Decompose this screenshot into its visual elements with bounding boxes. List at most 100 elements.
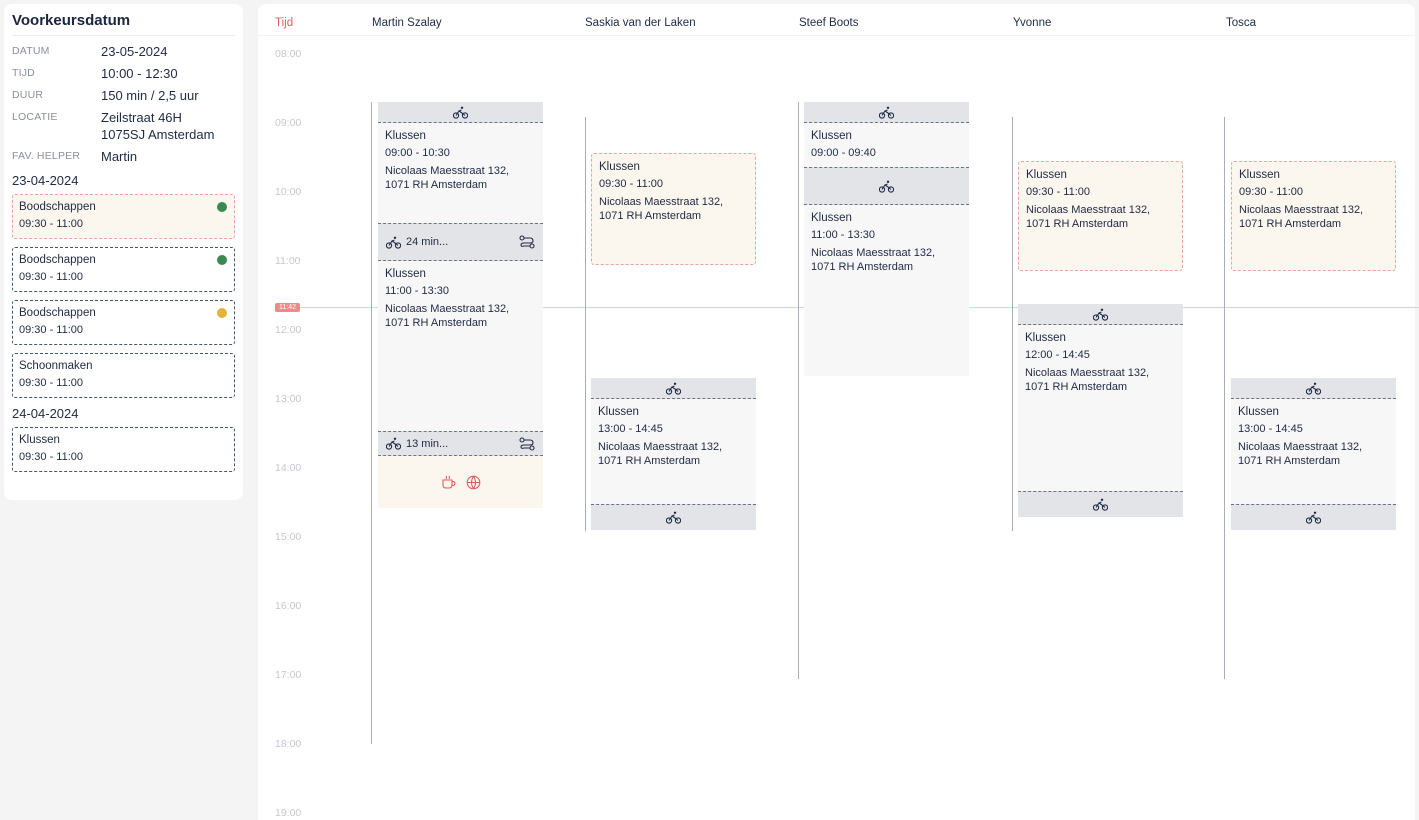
info-label: DUUR <box>12 89 44 101</box>
job-block[interactable]: Klussen 13:00 - 14:45 Nicolaas Maesstraa… <box>591 399 756 504</box>
status-dot <box>217 255 227 265</box>
job-title: Klussen <box>1239 169 1280 181</box>
job-time: 09:00 - 09:40 <box>811 147 876 159</box>
travel-block[interactable] <box>1018 491 1183 517</box>
job-title: Klussen <box>1025 332 1066 344</box>
job-block-pending[interactable]: Klussen 09:30 - 11:00 Nicolaas Maesstraa… <box>1231 161 1396 271</box>
task-card[interactable]: Boodschappen 09:30 - 11:00 <box>12 300 235 345</box>
info-value: Martin <box>101 149 138 164</box>
travel-block[interactable] <box>591 378 756 399</box>
globe-icon <box>466 475 480 489</box>
travel-block[interactable]: 24 min... <box>378 223 543 261</box>
job-title: Klussen <box>1238 406 1279 418</box>
date-heading: 23-04-2024 <box>12 173 79 188</box>
travel-block[interactable] <box>1231 504 1396 530</box>
travel-block[interactable] <box>804 167 969 205</box>
job-block[interactable]: Klussen 11:00 - 13:30 Nicolaas Maesstraa… <box>378 261 543 431</box>
helper-column-header[interactable]: Yvonne <box>1013 17 1051 29</box>
job-title: Klussen <box>598 406 639 418</box>
task-card-title: Klussen <box>19 434 60 446</box>
helper-column-header[interactable]: Tosca <box>1226 17 1256 29</box>
travel-block[interactable] <box>378 102 543 123</box>
bike-icon <box>666 382 681 395</box>
bike-icon <box>386 437 401 450</box>
travel-block[interactable] <box>1018 304 1183 325</box>
info-value: 23-05-2024 <box>101 44 168 59</box>
travel-block[interactable] <box>804 102 969 123</box>
travel-duration: 13 min... <box>406 437 449 450</box>
date-heading: 24-04-2024 <box>12 406 79 421</box>
job-address: Nicolaas Maesstraat 132, 1071 RH Amsterd… <box>1238 441 1363 467</box>
task-card-time: 09:30 - 11:00 <box>19 377 84 389</box>
info-value: 150 min / 2,5 uur <box>101 88 199 103</box>
bike-icon <box>1093 498 1108 511</box>
travel-block[interactable] <box>1231 378 1396 399</box>
hour-label: 13:00 <box>275 393 302 405</box>
status-dot <box>217 202 227 212</box>
job-address: Nicolaas Maesstraat 132, 1071 RH Amsterd… <box>598 441 723 467</box>
coffee-icon <box>441 475 456 489</box>
availability-line <box>585 117 586 531</box>
info-row-location: LOCATIE Zeilstraat 46H 1075SJ Amsterdam <box>12 109 235 143</box>
job-time: 09:30 - 11:00 <box>1239 186 1304 198</box>
task-card-time: 09:30 - 11:00 <box>19 271 84 283</box>
route-icon[interactable] <box>519 235 535 249</box>
info-row-time: TIJD 10:00 - 12:30 <box>12 65 235 82</box>
job-address: Nicolaas Maesstraat 132, 1071 RH Amsterd… <box>385 303 510 329</box>
job-block[interactable]: Klussen 13:00 - 14:45 Nicolaas Maesstraa… <box>1231 399 1396 504</box>
bike-icon <box>879 180 894 193</box>
helper-column-header[interactable]: Martin Szalay <box>372 17 442 29</box>
job-address: Nicolaas Maesstraat 132, 1071 RH Amsterd… <box>811 247 936 273</box>
job-block[interactable]: Klussen 09:00 - 09:40 <box>804 123 969 167</box>
bike-icon <box>879 106 894 119</box>
availability-line <box>1012 117 1013 531</box>
hour-label: 18:00 <box>275 738 302 750</box>
task-card[interactable]: Schoonmaken 09:30 - 11:00 <box>12 353 235 398</box>
task-card-title: Boodschappen <box>19 307 96 319</box>
hour-label: 10:00 <box>275 186 302 198</box>
route-icon[interactable] <box>519 436 535 451</box>
travel-block[interactable] <box>591 504 756 530</box>
status-dot <box>217 308 227 318</box>
task-card[interactable]: Boodschappen 09:30 - 11:00 <box>12 194 235 239</box>
bike-icon <box>453 106 468 119</box>
task-card-title: Schoonmaken <box>19 360 93 372</box>
hour-label: 15:00 <box>275 531 302 543</box>
bike-icon <box>666 511 681 524</box>
current-time-badge: 11:42 <box>275 303 300 312</box>
helper-column-header[interactable]: Saskia van der Laken <box>585 17 696 29</box>
job-title: Klussen <box>385 268 426 280</box>
travel-label: 13 min... <box>386 437 448 450</box>
job-block-pending[interactable]: Klussen 09:30 - 11:00 Nicolaas Maesstraa… <box>1018 161 1183 271</box>
travel-block[interactable]: 13 min... <box>378 431 543 456</box>
job-title: Klussen <box>811 130 852 142</box>
job-block[interactable]: Klussen 11:00 - 13:30 Nicolaas Maesstraa… <box>804 205 969 376</box>
job-block[interactable]: Klussen 12:00 - 14:45 Nicolaas Maesstraa… <box>1018 325 1183 491</box>
bike-icon <box>1306 511 1321 524</box>
task-card[interactable]: Boodschappen 09:30 - 11:00 <box>12 247 235 292</box>
job-address: Nicolaas Maesstraat 132, 1071 RH Amsterd… <box>1025 367 1150 393</box>
task-card[interactable]: Klussen 09:30 - 11:00 <box>12 427 235 472</box>
task-card-time: 09:30 - 11:00 <box>19 218 84 230</box>
info-label: TIJD <box>12 67 35 79</box>
job-block[interactable]: Klussen 09:00 - 10:30 Nicolaas Maesstraa… <box>378 123 543 223</box>
break-block[interactable] <box>378 456 543 508</box>
preference-panel: Voorkeursdatum DATUM 23-05-2024 TIJD 10:… <box>4 4 243 500</box>
hour-label: 12:00 <box>275 324 302 336</box>
job-time: 13:00 - 14:45 <box>1238 423 1303 435</box>
info-value: 10:00 - 12:30 <box>101 66 178 81</box>
job-title: Klussen <box>811 212 852 224</box>
availability-line <box>1224 117 1225 679</box>
hour-label: 09:00 <box>275 117 302 129</box>
bike-icon <box>1306 382 1321 395</box>
hour-label: 11:00 <box>275 255 301 267</box>
job-time: 13:00 - 14:45 <box>598 423 663 435</box>
info-label: FAV. HELPER <box>12 150 81 162</box>
info-label: DATUM <box>12 45 50 57</box>
info-label: LOCATIE <box>12 111 58 123</box>
travel-duration: 24 min... <box>406 236 449 248</box>
job-address: Nicolaas Maesstraat 132, 1071 RH Amsterd… <box>1026 204 1151 230</box>
info-value: Zeilstraat 46H 1075SJ Amsterdam <box>101 110 215 142</box>
helper-column-header[interactable]: Steef Boots <box>799 17 858 29</box>
job-block-pending[interactable]: Klussen 09:30 - 11:00 Nicolaas Maesstraa… <box>591 153 756 265</box>
